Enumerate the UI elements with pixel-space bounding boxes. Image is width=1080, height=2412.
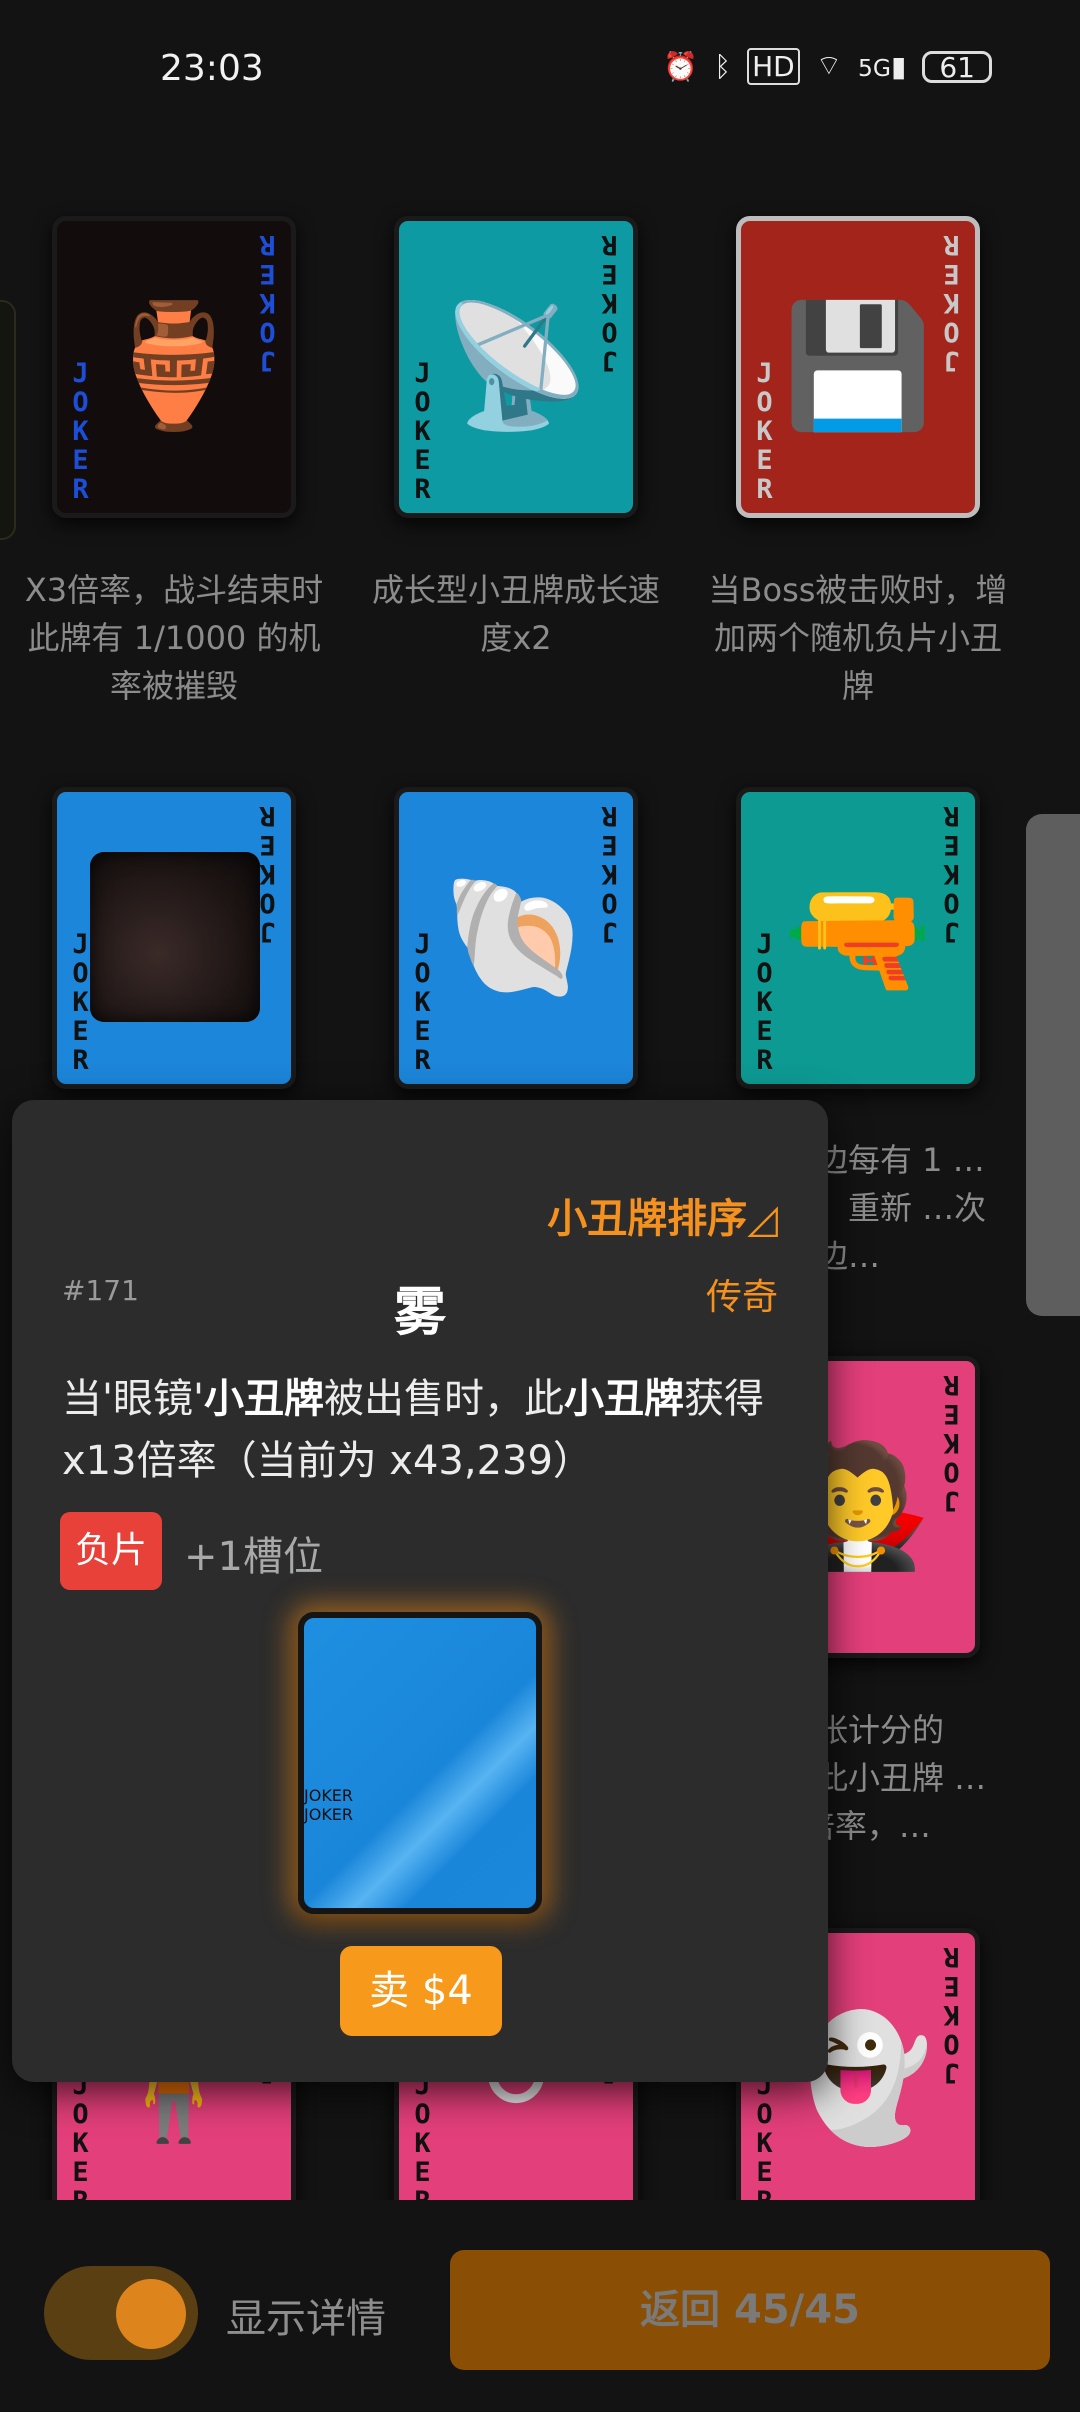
- joker-art-icon: 🔫: [783, 868, 933, 1007]
- joker-text-right: JOKER: [252, 802, 283, 947]
- joker-card[interactable]: 💾 JOKER JOKER: [736, 216, 980, 518]
- joker-text-left: JOKER: [65, 2070, 96, 2215]
- negative-badge: 负片: [60, 1512, 162, 1590]
- back-button[interactable]: 返回 45/45: [450, 2250, 1050, 2370]
- joker-card[interactable]: 🏺 JOKER JOKER: [52, 216, 296, 518]
- joker-text-right: JOKER: [936, 1943, 967, 2088]
- bluetooth-icon: ᛒ: [714, 50, 732, 83]
- joker-text-left: JOKER: [407, 929, 438, 1074]
- bottom-bar: 显示详情 返回 45/45: [0, 2200, 1080, 2412]
- joker-collection-screen: 23:03 ⏰ ᛒ HD ⌔ 5G▮ 61 🏺 JOKER JOKER X3倍率，战斗…: [0, 0, 1080, 2412]
- joker-art-icon: 🏺: [99, 297, 249, 436]
- toggle-knob: [116, 2279, 186, 2349]
- joker-text-right: JOKER: [304, 1805, 354, 1824]
- fog-art: [304, 1618, 472, 1786]
- alarm-icon: ⏰: [663, 50, 699, 83]
- joker-text-right: JOKER: [936, 231, 967, 376]
- joker-text-left: JOKER: [749, 929, 780, 1074]
- joker-art-icon: 📡: [441, 297, 591, 436]
- joker-text-left: JOKER: [407, 358, 438, 503]
- joker-detail-popup: 小丑牌排序◿ #171 雾 传奇 当'眼镜'小丑牌被出售时，此小丑牌获得 x13…: [12, 1100, 828, 2082]
- fog-art: [90, 852, 260, 1022]
- scrollbar[interactable]: [1026, 814, 1080, 1316]
- battery-icon: 61: [922, 50, 992, 83]
- joker-description: 成长型小丑牌成长速度x2: [371, 571, 660, 657]
- joker-text-right: JOKER: [936, 802, 967, 947]
- network-type: 5G: [858, 54, 891, 82]
- joker-art-icon: 💾: [783, 297, 933, 436]
- joker-text-right: JOKER: [594, 231, 625, 376]
- show-details-label: 显示详情: [226, 2296, 386, 2342]
- joker-text-right: JOKER: [594, 802, 625, 947]
- status-bar: 23:03 ⏰ ᛒ HD ⌔ 5G▮ 61: [0, 0, 1080, 140]
- joker-card[interactable]: JOKER JOKER: [52, 787, 296, 1089]
- wifi-icon: ⌔: [815, 49, 843, 82]
- joker-text-left: JOKER: [749, 358, 780, 503]
- status-icons: ⏰ ᛒ HD ⌔ 5G▮ 61: [663, 48, 992, 85]
- side-drawer-handle[interactable]: [0, 300, 16, 540]
- rarity-label: 传奇: [705, 1277, 778, 1318]
- sell-button[interactable]: 卖 $4: [340, 1946, 502, 2036]
- joker-art-icon: 🐚: [441, 868, 591, 1007]
- joker-card[interactable]: 📡 JOKER JOKER: [394, 216, 638, 518]
- hd-icon: HD: [747, 48, 800, 85]
- joker-text-left: JOKER: [65, 929, 96, 1074]
- joker-description: 当'眼镜'小丑牌被出售时，此小丑牌获得 x13倍率（当前为 x43,239）: [62, 1368, 782, 1492]
- joker-text-left: JOKER: [407, 2070, 438, 2215]
- joker-text-left: JOKER: [749, 2070, 780, 2215]
- desc-keyword: 小丑牌: [204, 1376, 324, 1422]
- joker-card[interactable]: 🔫 JOKER JOKER: [736, 787, 980, 1089]
- joker-card[interactable]: 🐚 JOKER JOKER: [394, 787, 638, 1089]
- slot-bonus-label: +1槽位: [184, 1534, 323, 1580]
- joker-description: 当Boss被击败时，增加两个随机负片小丑牌: [708, 571, 1008, 705]
- joker-description: X3倍率，战斗结束时此牌有 1/1000 的机率被摧毁: [24, 571, 324, 705]
- clock: 23:03: [160, 48, 264, 89]
- joker-text-right: JOKER: [252, 231, 283, 376]
- signal-icon: 5G▮: [858, 50, 907, 83]
- joker-text-left: JOKER: [304, 1786, 354, 1805]
- desc-part: 被出售时，此: [324, 1376, 564, 1422]
- joker-text-left: JOKER: [65, 358, 96, 503]
- joker-card-preview: JOKER JOKER: [298, 1612, 542, 1914]
- show-details-toggle[interactable]: [44, 2266, 198, 2360]
- desc-part: 当'眼镜': [62, 1376, 204, 1422]
- sort-jokers-button[interactable]: 小丑牌排序◿: [547, 1186, 778, 1244]
- desc-keyword: 小丑牌: [564, 1376, 684, 1422]
- joker-text-right: JOKER: [936, 1371, 967, 1516]
